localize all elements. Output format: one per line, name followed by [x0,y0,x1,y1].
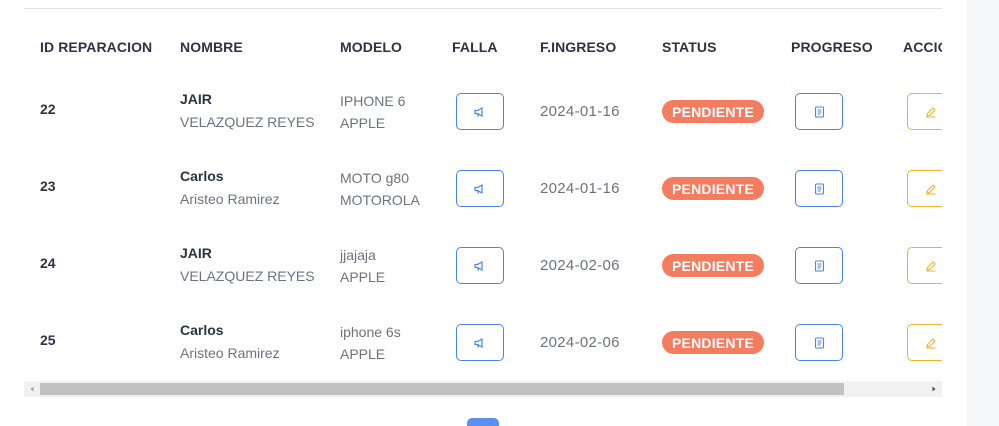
status-badge: PENDIENTE [662,331,764,354]
customer-name: Carlos [180,168,224,184]
customer-surname: VELAZQUEZ REYES [180,268,315,284]
header-id: ID REPARACION [40,39,153,55]
customer-surname: VELAZQUEZ REYES [180,114,315,130]
repair-id: 23 [40,178,56,194]
device-brand: APPLE [340,269,386,285]
status-badge: PENDIENTE [662,254,764,277]
document-icon [814,182,824,195]
header-falla: FALLA [452,39,498,55]
progreso-button[interactable] [795,93,843,130]
right-background [967,0,999,426]
status-badge: PENDIENTE [662,100,764,123]
falla-button[interactable] [456,324,504,361]
table-header: ID REPARACION NOMBRE MODELO FALLA F.INGR… [24,39,942,61]
edit-icon [926,183,936,194]
repairs-table: ID REPARACION NOMBRE MODELO FALLA F.INGR… [24,9,942,381]
progreso-button[interactable] [795,324,843,361]
device-model: jjajaja [340,247,376,263]
megaphone-icon [474,106,483,117]
edit-icon [926,106,936,117]
edit-button[interactable] [907,170,942,207]
header-fecha-ingreso: F.INGRESO [540,39,617,55]
scroll-left-arrow[interactable] [24,381,40,397]
table-row: 23 Carlos Aristeo Ramirez MOTO g80 MOTOR… [24,150,942,227]
falla-button[interactable] [456,170,504,207]
pagination-active-page[interactable] [467,418,499,426]
header-modelo: MODELO [340,39,403,55]
repair-id: 25 [40,332,56,348]
scrollbar-thumb[interactable] [40,383,844,395]
customer-name: Carlos [180,322,224,338]
document-icon [814,105,824,118]
document-icon [814,336,824,349]
megaphone-icon [474,260,483,271]
fecha-ingreso: 2024-02-06 [540,334,620,351]
header-nombre: NOMBRE [180,39,243,55]
document-icon [814,259,824,272]
table-row: 22 JAIR VELAZQUEZ REYES IPHONE 6 APPLE 2… [24,73,942,150]
header-progreso: PROGRESO [791,39,873,55]
edit-button[interactable] [907,247,942,284]
customer-surname: Aristeo Ramirez [180,191,280,207]
device-model: iphone 6s [340,324,401,340]
edit-icon [926,337,936,348]
horizontal-scrollbar[interactable] [24,381,942,397]
megaphone-icon [474,183,483,194]
edit-icon [926,260,936,271]
repairs-card: ID REPARACION NOMBRE MODELO FALLA F.INGR… [0,0,967,426]
header-status: STATUS [662,39,717,55]
customer-name: JAIR [180,91,212,107]
falla-button[interactable] [456,247,504,284]
fecha-ingreso: 2024-01-16 [540,180,620,197]
progreso-button[interactable] [795,247,843,284]
header-acciones: ACCIONES [903,39,942,55]
device-model: IPHONE 6 [340,93,406,109]
device-brand: APPLE [340,115,386,131]
repair-id: 22 [40,101,56,117]
device-brand: MOTOROLA [340,192,420,208]
caret-right-icon [932,386,936,392]
device-model: MOTO g80 [340,170,409,186]
customer-name: JAIR [180,245,212,261]
device-brand: APPLE [340,346,386,362]
caret-left-icon [30,386,34,392]
table-row: 25 Carlos Aristeo Ramirez iphone 6s APPL… [24,304,942,381]
fecha-ingreso: 2024-01-16 [540,103,620,120]
status-badge: PENDIENTE [662,177,764,200]
falla-button[interactable] [456,93,504,130]
edit-button[interactable] [907,93,942,130]
progreso-button[interactable] [795,170,843,207]
scroll-right-arrow[interactable] [926,381,942,397]
fecha-ingreso: 2024-02-06 [540,257,620,274]
megaphone-icon [474,337,483,348]
edit-button[interactable] [907,324,942,361]
customer-surname: Aristeo Ramirez [180,345,280,361]
repair-id: 24 [40,255,56,271]
table-row: 24 JAIR VELAZQUEZ REYES jjajaja APPLE 20… [24,227,942,304]
